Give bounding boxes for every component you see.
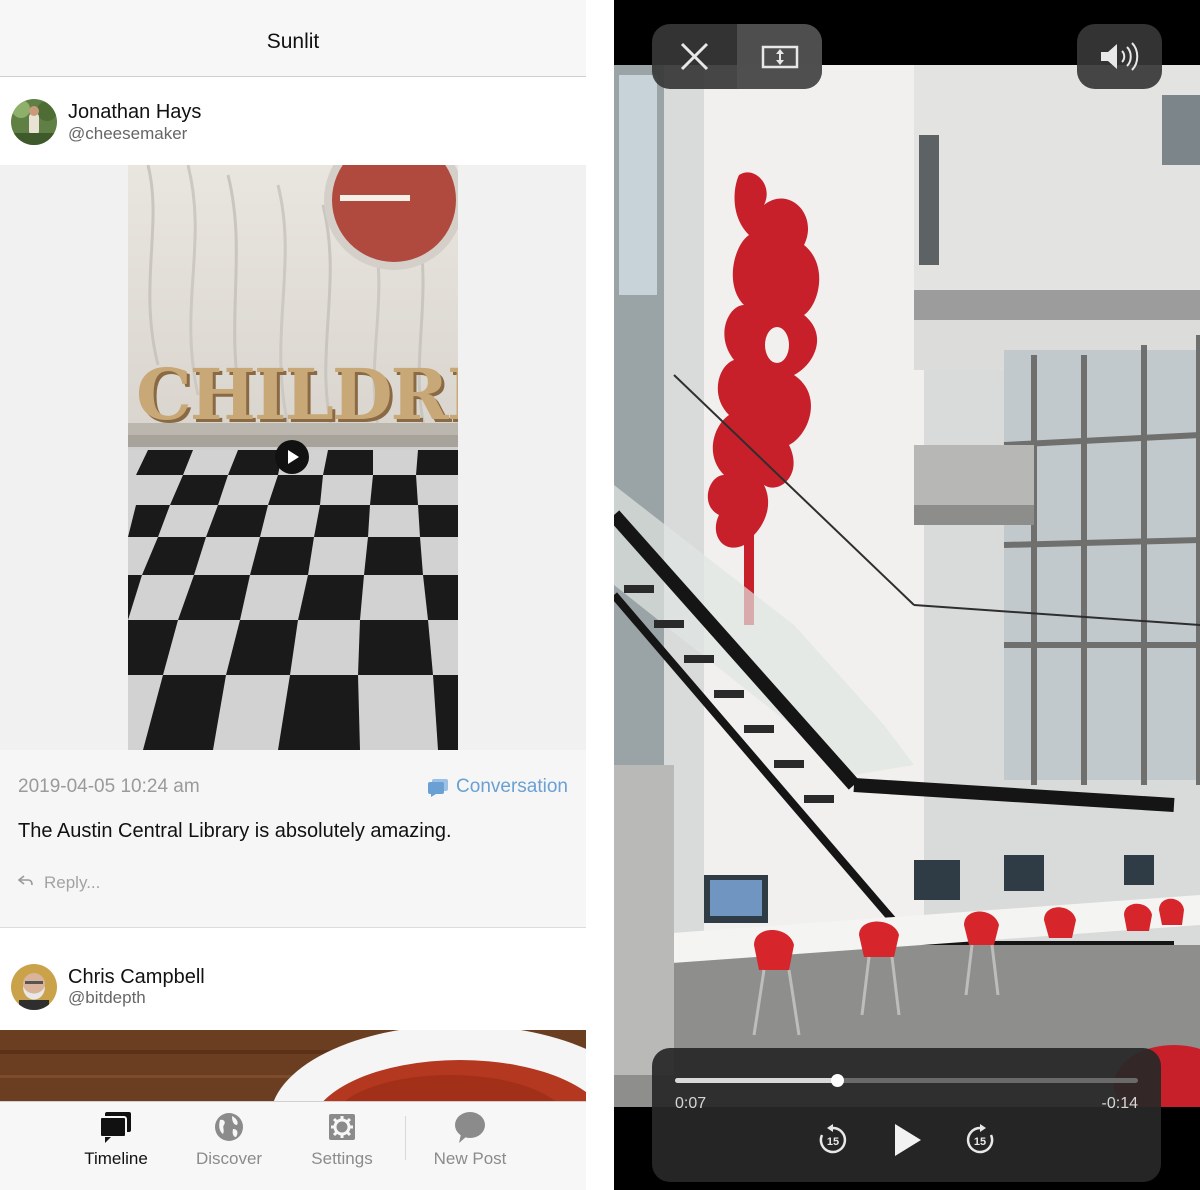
video-player-screen: 0:07 -0:14 15 15 (614, 0, 1200, 1190)
post-media[interactable] (0, 1030, 586, 1102)
volume-button[interactable] (1077, 24, 1162, 89)
author-handle: @cheesemaker (68, 124, 188, 143)
tab-label: New Post (433, 1149, 507, 1168)
tab-new-post[interactable]: New Post (425, 1102, 515, 1190)
tab-label: Timeline (84, 1149, 148, 1168)
scrubber-knob[interactable] (831, 1074, 845, 1087)
conversation-label: Conversation (456, 776, 568, 797)
tab-separator (405, 1116, 406, 1160)
play-button[interactable] (887, 1120, 927, 1160)
tab-label: Discover (195, 1149, 263, 1168)
close-icon (680, 42, 709, 71)
close-button[interactable] (652, 24, 737, 89)
speaker-icon (1101, 42, 1139, 71)
reply-icon (17, 873, 34, 893)
sign-letters: CHILDRE (136, 353, 458, 436)
timeline-icon (99, 1110, 133, 1144)
elapsed-time: 0:07 (675, 1095, 707, 1112)
tab-discover[interactable]: Discover (188, 1102, 270, 1190)
author-handle: @bitdepth (68, 988, 146, 1007)
post-header[interactable]: Chris Campbell @bitdepth (0, 942, 586, 1030)
remaining-time: -0:14 (1101, 1095, 1138, 1112)
skip-forward-button[interactable]: 15 (962, 1122, 998, 1158)
aspect-fill-button[interactable] (737, 24, 822, 89)
top-controls (652, 24, 822, 89)
skip-forward-15-icon: 15 (966, 1124, 994, 1154)
play-icon (895, 1124, 921, 1156)
scrubber-progress (675, 1078, 838, 1083)
tab-bar: Timeline Discover Settings New Post (0, 1101, 586, 1190)
post-header[interactable]: Jonathan Hays @cheesemaker (0, 78, 586, 166)
play-video-button[interactable] (275, 440, 309, 474)
gear-icon (325, 1110, 359, 1144)
author-name[interactable]: Jonathan Hays (68, 101, 201, 124)
avatar[interactable] (11, 964, 57, 1010)
tab-label: Settings (311, 1149, 373, 1168)
skip-back-15-icon: 15 (819, 1124, 847, 1154)
avatar[interactable] (11, 99, 57, 145)
post-text: The Austin Central Library is absolutely… (18, 820, 452, 842)
video-frame[interactable] (614, 65, 1200, 1107)
post-footer: 2019-04-05 10:24 am Conversation The Aus… (0, 750, 586, 928)
skip-back-button[interactable]: 15 (815, 1122, 851, 1158)
globe-icon (212, 1110, 246, 1144)
app-title: Sunlit (266, 30, 320, 53)
post-media: CHILDRE (0, 165, 586, 750)
navigation-bar: Sunlit (0, 0, 586, 77)
svg-text:15: 15 (827, 1136, 839, 1148)
tab-settings[interactable]: Settings (301, 1102, 383, 1190)
author-name[interactable]: Chris Campbell (68, 966, 205, 989)
speech-bubble-icon (453, 1110, 487, 1144)
sunlit-timeline-screen: Sunlit Jonathan Hays @cheesemaker CHILDR… (0, 0, 586, 1190)
playback-controls: 0:07 -0:14 15 15 (652, 1048, 1161, 1182)
tab-timeline[interactable]: Timeline (75, 1102, 157, 1190)
svg-text:15: 15 (974, 1136, 986, 1148)
reply-button[interactable]: Reply... (17, 873, 101, 893)
post-date[interactable]: 2019-04-05 10:24 am (18, 776, 200, 798)
conversation-button[interactable]: Conversation (428, 776, 568, 798)
scrubber-track[interactable] (675, 1078, 1138, 1083)
reply-placeholder: Reply... (44, 873, 101, 892)
aspect-icon (761, 45, 799, 69)
checkerboard-floor (128, 450, 458, 750)
conversation-icon (428, 778, 449, 797)
